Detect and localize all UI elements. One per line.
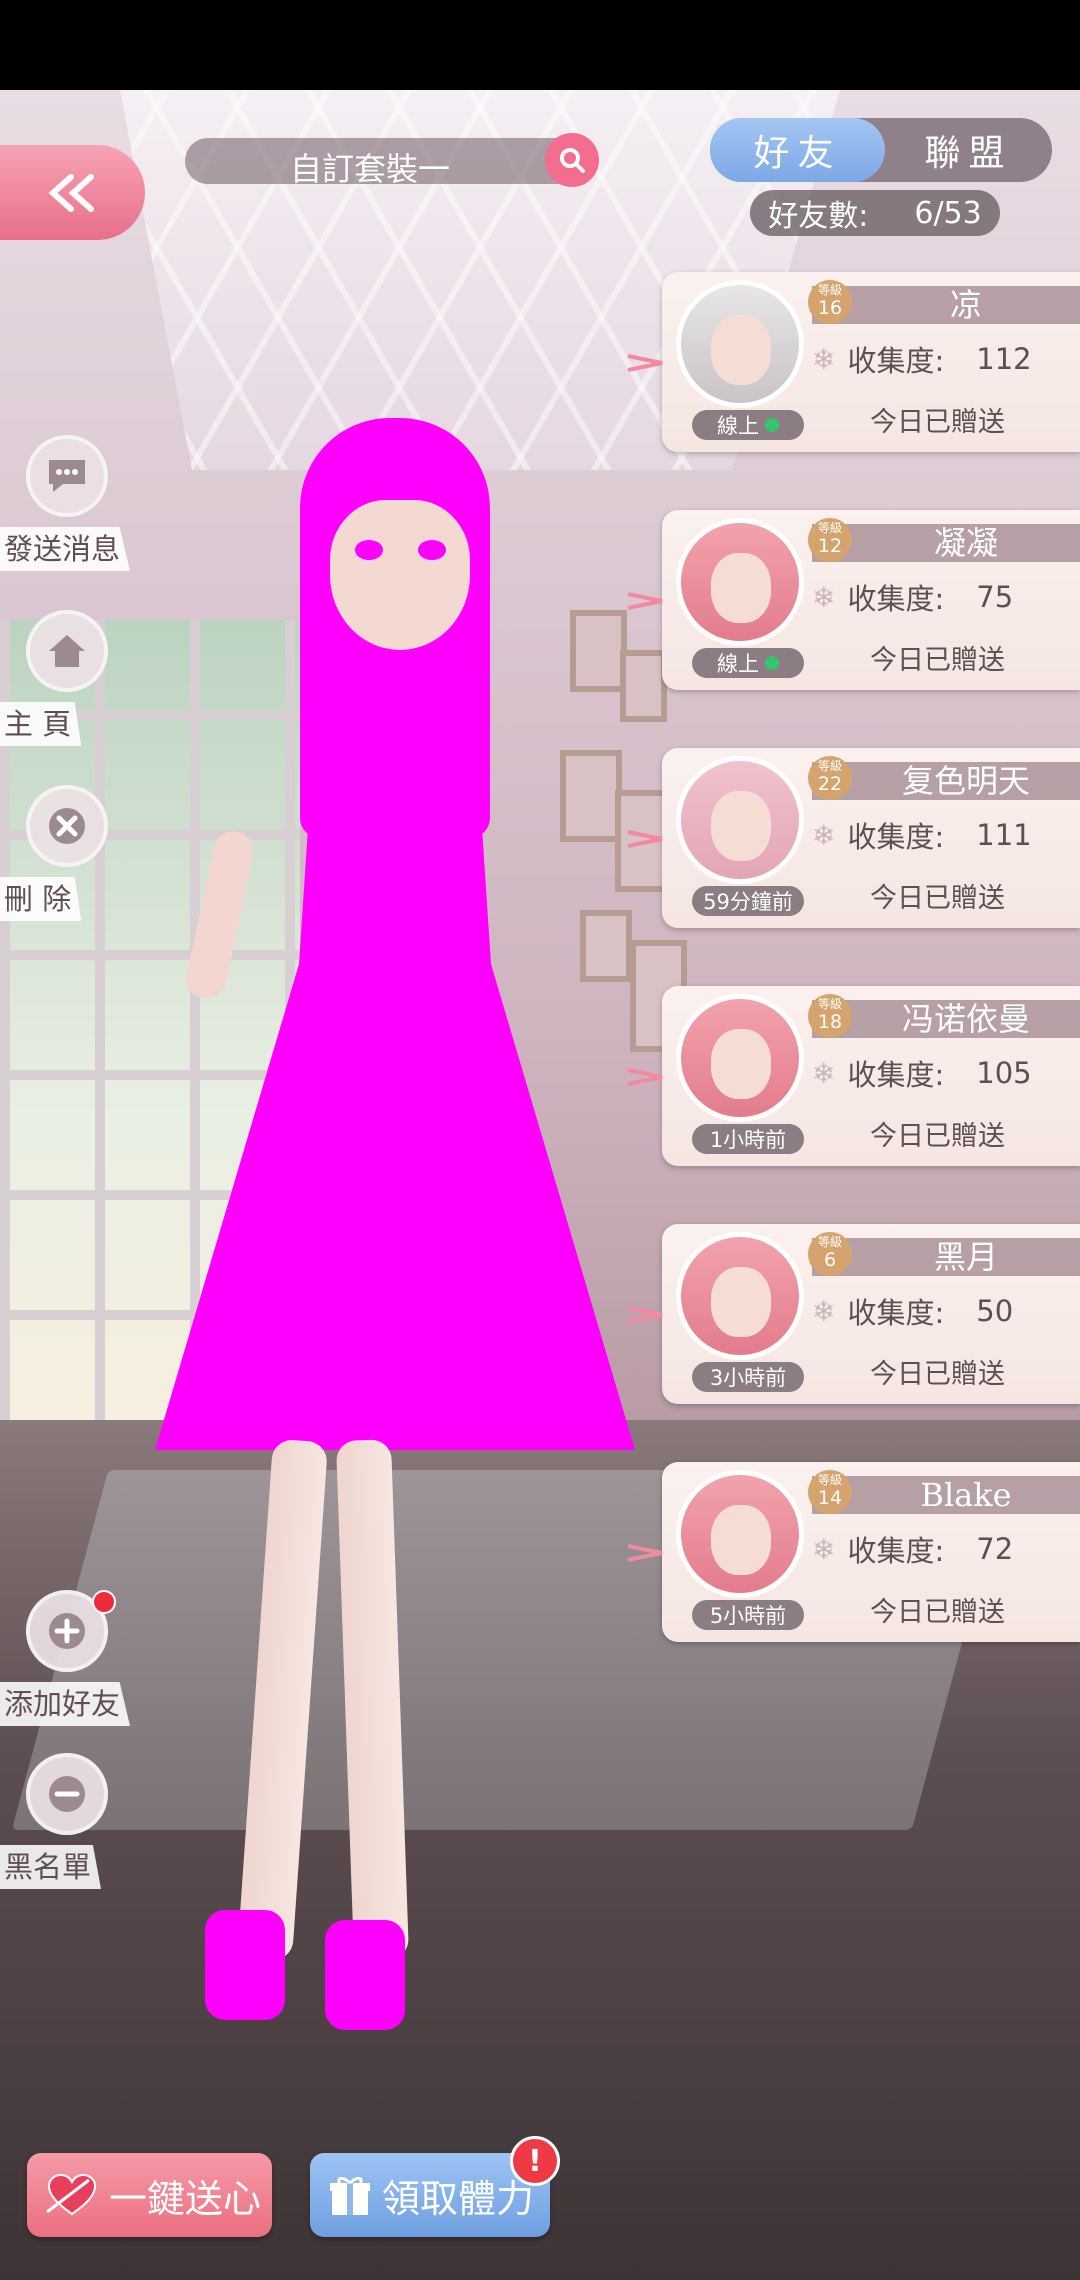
level-badge: 等級 22 (808, 756, 852, 800)
chat-bubble-icon (26, 435, 108, 517)
collection-score: ❄ 收集度: 50 (812, 1294, 1014, 1330)
level-badge: 等級 6 (808, 1232, 852, 1276)
pink-arrow-icon (627, 1306, 663, 1324)
pink-arrow-icon (627, 830, 663, 848)
friend-name: Blake (920, 1476, 1012, 1514)
level-badge: 等級 18 (808, 994, 852, 1038)
snowflake-icon: ❄ (812, 580, 836, 614)
friend-count-label: 好友數: (768, 199, 869, 234)
add-friend-label: 添加好友 (0, 1682, 131, 1726)
friend-status: 59分鐘前 (692, 886, 804, 916)
friend-status: 1小時前 (692, 1124, 804, 1154)
friend-avatar[interactable] (676, 756, 804, 884)
snowflake-icon: ❄ (812, 342, 836, 376)
character-shoe-right (325, 1920, 405, 2030)
collection-score: ❄ 收集度: 105 (812, 1056, 1032, 1092)
send-message-label: 發送消息 (0, 527, 131, 571)
home-icon (26, 610, 108, 692)
friend-name: 凝凝 (933, 524, 998, 562)
notification-dot (92, 1590, 116, 1614)
friend-avatar[interactable] (676, 1470, 804, 1598)
back-button[interactable] (0, 145, 145, 240)
tab-alliance[interactable]: 聯盟 (885, 118, 1052, 182)
double-chevron-left-icon (47, 173, 94, 212)
pink-arrow-icon (627, 354, 663, 372)
pink-arrow-icon (627, 1068, 663, 1086)
friend-name: 黑月 (933, 1238, 998, 1276)
gift-sent-status: 今日已贈送 (870, 407, 1005, 438)
blacklist-label: 黑名單 (0, 1845, 102, 1889)
search-icon[interactable] (545, 133, 599, 187)
collection-score: ❄ 收集度: 72 (812, 1532, 1014, 1568)
character-shoe-left (205, 1910, 285, 2020)
home-label: 主 頁 (0, 702, 82, 746)
outfit-search-box[interactable]: 自訂套裝一 (185, 133, 599, 188)
snowflake-icon: ❄ (812, 1532, 836, 1566)
gift-icon (330, 2176, 370, 2215)
gift-sent-status: 今日已贈送 (870, 883, 1005, 914)
online-dot (765, 656, 779, 670)
friend-name: 复色明天 (901, 762, 1030, 800)
gift-sent-status: 今日已贈送 (870, 1121, 1005, 1152)
collection-score: ❄ 收集度: 112 (812, 342, 1032, 378)
delete-x-icon (26, 785, 108, 867)
friend-avatar[interactable] (676, 1232, 804, 1360)
snowflake-icon: ❄ (812, 1056, 836, 1090)
delete-friend-button[interactable]: 刪 除 (0, 785, 140, 925)
friend-name: 冯诺依曼 (901, 1000, 1030, 1038)
minus-circle-icon (26, 1753, 108, 1835)
blacklist-button[interactable]: 黑名單 (0, 1753, 140, 1893)
friend-card[interactable]: 3小時前 等級 6 黑月 ❄ 收集度: 50 今日已贈送 (627, 1224, 1080, 1404)
friend-alliance-tabs: 好友 聯盟 (710, 118, 1052, 182)
pink-arrow-icon (627, 592, 663, 610)
friend-card[interactable]: 線上 等級 12 凝凝 ❄ 收集度: 75 今日已贈送 (627, 510, 1080, 690)
character-legs (236, 1438, 445, 1962)
friend-count-value: 6/53 (914, 195, 982, 231)
gift-sent-status: 今日已贈送 (870, 1359, 1005, 1390)
claim-stamina-label: 領取體力 (382, 2176, 535, 2221)
level-badge: 等級 14 (808, 1470, 852, 1514)
friend-avatar[interactable] (676, 280, 804, 408)
send-all-hearts-label: 一鍵送心 (109, 2176, 262, 2221)
send-all-hearts-button[interactable]: 一鍵送心 (27, 2153, 272, 2237)
gift-sent-status: 今日已贈送 (870, 645, 1005, 676)
pink-arrow-icon (627, 1544, 663, 1562)
character-eye-left (355, 540, 383, 560)
character-eye-right (418, 540, 446, 560)
friend-status: 線上 (692, 648, 804, 678)
online-dot (765, 418, 779, 432)
friend-avatar[interactable] (676, 518, 804, 646)
friend-card[interactable]: 5小時前 等級 14 Blake ❄ 收集度: 72 今日已贈送 (627, 1462, 1080, 1642)
character-face (330, 500, 470, 650)
home-button[interactable]: 主 頁 (0, 610, 140, 750)
outfit-name: 自訂套裝一 (289, 150, 450, 188)
gift-sent-status: 今日已贈送 (870, 1597, 1005, 1628)
heart-arrow-icon (46, 2173, 97, 2216)
collection-score: ❄ 收集度: 75 (812, 580, 1014, 616)
friend-status: 3小時前 (692, 1362, 804, 1392)
friend-card[interactable]: 線上 等級 16 凉 ❄ 收集度: 112 今日已贈送 (627, 272, 1080, 452)
send-message-button[interactable]: 發送消息 (0, 435, 140, 575)
collection-score: ❄ 收集度: 111 (812, 818, 1032, 854)
tab-friends[interactable]: 好友 (710, 118, 885, 182)
level-badge: 等級 16 (808, 280, 852, 324)
snowflake-icon: ❄ (812, 818, 836, 852)
friend-status: 5小時前 (692, 1600, 804, 1630)
friend-card[interactable]: 59分鐘前 等級 22 复色明天 ❄ 收集度: 111 今日已贈送 (627, 748, 1080, 928)
delete-label: 刪 除 (0, 877, 82, 921)
add-friend-button[interactable]: 添加好友 (0, 1590, 140, 1730)
friend-name: 凉 (949, 286, 982, 324)
friend-status: 線上 (692, 410, 804, 440)
character-leg-right (335, 1439, 410, 1961)
friend-avatar[interactable] (676, 994, 804, 1122)
alert-badge: ! (510, 2136, 560, 2186)
level-badge: 等級 12 (808, 518, 852, 562)
friend-card[interactable]: 1小時前 等級 18 冯诺依曼 ❄ 收集度: 105 今日已贈送 (627, 986, 1080, 1166)
snowflake-icon: ❄ (812, 1294, 836, 1328)
friend-count: 好友數: 6/53 (750, 190, 1000, 236)
character-leg-left (236, 1438, 329, 1962)
